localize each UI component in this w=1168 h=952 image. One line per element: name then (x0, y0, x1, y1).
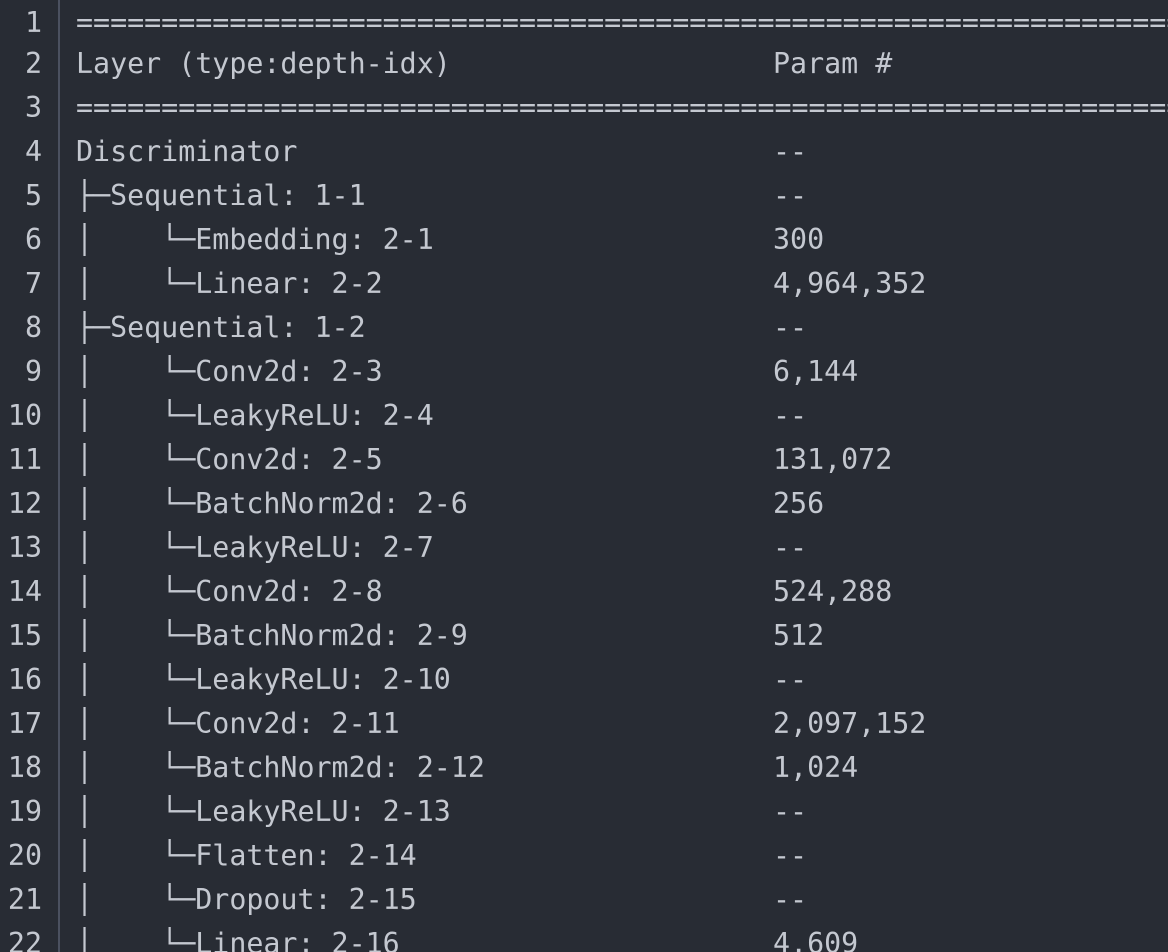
editor-line[interactable]: 11 │ └─Conv2d: 2-5 131,072 (0, 437, 1168, 481)
line-number: 15 (7, 618, 42, 652)
line-text: │ └─BatchNorm2d: 2-12 (76, 750, 485, 784)
line-text: │ └─Conv2d: 2-8 (76, 574, 383, 608)
line-text: │ └─Linear: 2-16 (76, 926, 400, 952)
line-number: 1 (24, 5, 42, 39)
line-number: 13 (7, 530, 42, 564)
line-number: 20 (7, 838, 42, 872)
editor-line[interactable]: 4 Discriminator -- (0, 129, 1168, 173)
line-number: 10 (7, 398, 42, 432)
line-number: 14 (7, 574, 42, 608)
param-count: 524,288 (773, 574, 893, 608)
param-count: 1,024 (773, 750, 859, 784)
editor-line[interactable]: 3 ======================================… (0, 85, 1168, 129)
code-editor[interactable]: 1 ======================================… (0, 0, 1168, 952)
line-text: ========================================… (76, 90, 1168, 124)
editor-line[interactable]: 1 ======================================… (0, 0, 1168, 44)
line-number: 6 (24, 222, 42, 256)
line-text: ├─Sequential: 1-1 (76, 178, 366, 212)
param-count: -- (773, 662, 808, 696)
line-number: 8 (24, 310, 42, 344)
line-text: │ └─Linear: 2-2 (76, 266, 383, 300)
param-count: -- (773, 398, 808, 432)
line-text: Layer (type:depth-idx) (76, 46, 451, 80)
param-count: -- (773, 530, 808, 564)
line-text: │ └─Dropout: 2-15 (76, 882, 417, 916)
line-number: 17 (7, 706, 42, 740)
line-number: 22 (7, 926, 42, 952)
line-number: 16 (7, 662, 42, 696)
editor-line[interactable]: 17 │ └─Conv2d: 2-11 2,097,152 (0, 701, 1168, 745)
line-text: │ └─Conv2d: 2-3 (76, 354, 383, 388)
param-count: 4,964,352 (773, 266, 927, 300)
line-text: │ └─LeakyReLU: 2-7 (76, 530, 434, 564)
param-count: 2,097,152 (773, 706, 927, 740)
line-text: │ └─LeakyReLU: 2-13 (76, 794, 451, 828)
editor-line[interactable]: 7 │ └─Linear: 2-2 4,964,352 (0, 261, 1168, 305)
param-count: -- (773, 882, 808, 916)
editor-line[interactable]: 13 │ └─LeakyReLU: 2-7 -- (0, 525, 1168, 569)
line-text: ├─Sequential: 1-2 (76, 310, 366, 344)
line-number: 11 (7, 442, 42, 476)
line-text: │ └─Conv2d: 2-11 (76, 706, 400, 740)
param-count: 4,609 (773, 926, 859, 952)
line-text: │ └─Embedding: 2-1 (76, 222, 434, 256)
param-count: -- (773, 310, 808, 344)
line-text: │ └─BatchNorm2d: 2-6 (76, 486, 468, 520)
editor-line[interactable]: 22 │ └─Linear: 2-16 4,609 (0, 921, 1168, 952)
line-text: │ └─Flatten: 2-14 (76, 838, 417, 872)
param-count: -- (773, 794, 808, 828)
editor-line[interactable]: 2 Layer (type:depth-idx) Param # (0, 41, 1168, 85)
editor-line[interactable]: 16 │ └─LeakyReLU: 2-10 -- (0, 657, 1168, 701)
param-count: 512 (773, 618, 825, 652)
param-count: 256 (773, 486, 825, 520)
line-number: 21 (7, 882, 42, 916)
line-number: 19 (7, 794, 42, 828)
editor-line[interactable]: 6 │ └─Embedding: 2-1 300 (0, 217, 1168, 261)
line-number: 3 (24, 90, 42, 124)
line-number: 7 (24, 266, 42, 300)
param-count: -- (773, 178, 808, 212)
editor-line[interactable]: 21 │ └─Dropout: 2-15 -- (0, 877, 1168, 921)
editor-line[interactable]: 18 │ └─BatchNorm2d: 2-12 1,024 (0, 745, 1168, 789)
line-number: 2 (24, 46, 42, 80)
param-count: Param # (773, 46, 893, 80)
line-text: │ └─BatchNorm2d: 2-9 (76, 618, 468, 652)
editor-line[interactable]: 9 │ └─Conv2d: 2-3 6,144 (0, 349, 1168, 393)
editor-line[interactable]: 20 │ └─Flatten: 2-14 -- (0, 833, 1168, 877)
param-count: 300 (773, 222, 825, 256)
editor-line[interactable]: 14 │ └─Conv2d: 2-8 524,288 (0, 569, 1168, 613)
line-number: 18 (7, 750, 42, 784)
line-number: 12 (7, 486, 42, 520)
param-count: 6,144 (773, 354, 859, 388)
editor-line[interactable]: 5 ├─Sequential: 1-1 -- (0, 173, 1168, 217)
editor-line[interactable]: 19 │ └─LeakyReLU: 2-13 -- (0, 789, 1168, 833)
line-text: │ └─Conv2d: 2-5 (76, 442, 383, 476)
line-text: Discriminator (76, 134, 298, 168)
line-number: 9 (24, 354, 42, 388)
editor-line[interactable]: 8 ├─Sequential: 1-2 -- (0, 305, 1168, 349)
editor-line[interactable]: 10 │ └─LeakyReLU: 2-4 -- (0, 393, 1168, 437)
line-number: 4 (24, 134, 42, 168)
param-count: -- (773, 134, 808, 168)
editor-line[interactable]: 12 │ └─BatchNorm2d: 2-6 256 (0, 481, 1168, 525)
line-text: │ └─LeakyReLU: 2-4 (76, 398, 434, 432)
line-number: 5 (24, 178, 42, 212)
line-text: │ └─LeakyReLU: 2-10 (76, 662, 451, 696)
param-count: -- (773, 838, 808, 872)
editor-line[interactable]: 15 │ └─BatchNorm2d: 2-9 512 (0, 613, 1168, 657)
line-text: ========================================… (76, 5, 1168, 39)
param-count: 131,072 (773, 442, 893, 476)
